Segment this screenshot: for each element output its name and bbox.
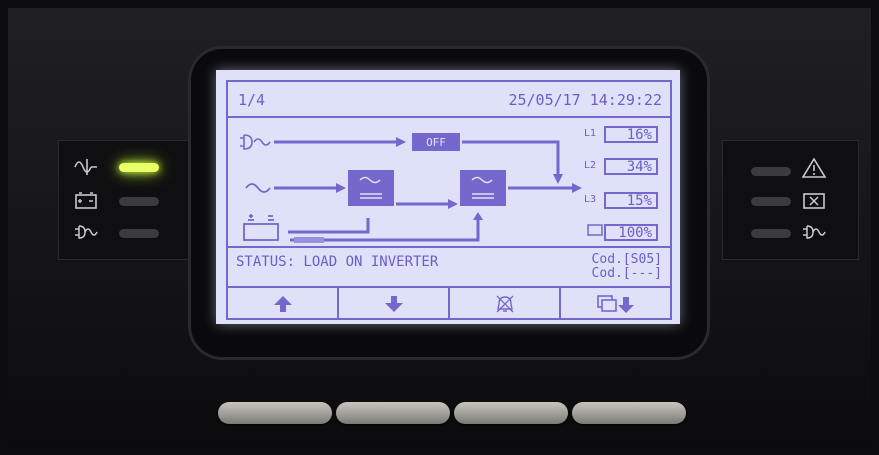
- power-flow-diagram: OFF L1 16% L2 34% L3 15% 100%: [228, 118, 670, 246]
- hardware-key-1[interactable]: [218, 402, 332, 424]
- battery-charge: 100%: [584, 224, 664, 242]
- bypass-arrow: [396, 137, 406, 147]
- bypass-down-arrow: [553, 174, 563, 184]
- bypass-fault-icon: [801, 221, 827, 243]
- hardware-key-2[interactable]: [336, 402, 450, 424]
- load-l2-value: 34%: [604, 158, 658, 175]
- date-time: 25/05/17 14:29:22: [508, 91, 662, 109]
- right-status-panel: [722, 140, 859, 260]
- battery-symbol-icon: [243, 214, 279, 241]
- status-text: STATUS: LOAD ON INVERTER: [236, 254, 439, 270]
- pages-down-icon: [596, 295, 634, 313]
- status-bar: STATUS: LOAD ON INVERTER Cod.[S05] Cod.[…: [228, 246, 670, 286]
- load-l3-value: 15%: [604, 192, 658, 209]
- battery-up-arrow: [473, 212, 483, 220]
- battery-level-bar: [294, 237, 324, 243]
- softkey-mute[interactable]: [450, 288, 561, 320]
- alarm-led: [751, 167, 791, 176]
- softkey-up[interactable]: [228, 288, 339, 320]
- rectifier-block: [348, 170, 394, 206]
- bypass-state-text: OFF: [426, 136, 446, 149]
- load-l2: L2 34%: [584, 158, 664, 176]
- output-arrow: [572, 183, 582, 193]
- softkey-down[interactable]: [339, 288, 450, 320]
- status-code-2: Cod.[---]: [591, 266, 662, 281]
- battery-charge-value: 100%: [604, 224, 658, 241]
- bypass-symbol-icon: [240, 134, 271, 150]
- lcd-screen: 1/4 25/05/17 14:29:22 OFF L1 16% L2 34% …: [216, 70, 680, 324]
- hardware-key-4[interactable]: [572, 402, 686, 424]
- hardware-key-3[interactable]: [454, 402, 568, 424]
- battery-charge-line: [288, 218, 370, 234]
- alarm-mute-icon: [496, 295, 513, 313]
- lcd-header: 1/4 25/05/17 14:29:22: [228, 82, 670, 118]
- battery-discharge-line: [290, 218, 480, 242]
- mains-arrow: [336, 183, 346, 193]
- left-status-panel: [58, 140, 200, 260]
- softkey-pages[interactable]: [561, 288, 670, 320]
- softkey-bar: [228, 286, 670, 320]
- plug-bypass-icon: [73, 221, 99, 243]
- battery-icon: [73, 189, 99, 211]
- battery-led: [119, 197, 159, 206]
- mains-sine-icon: [245, 183, 271, 193]
- inverter-block: [460, 170, 506, 206]
- dc-link-arrow: [448, 199, 458, 209]
- page-indicator: 1/4: [238, 91, 266, 109]
- status-code-1: Cod.[S05]: [591, 252, 662, 267]
- hardware-keys: [218, 402, 686, 426]
- mains-led: [119, 163, 159, 172]
- battery-fault-icon: [801, 189, 827, 211]
- ac-sine-icon: [73, 155, 99, 177]
- bypass-fault-led: [751, 229, 791, 238]
- load-l1-value: 16%: [604, 126, 658, 143]
- warning-triangle-icon: [801, 157, 827, 179]
- lcd-frame: 1/4 25/05/17 14:29:22 OFF L1 16% L2 34% …: [226, 80, 672, 320]
- load-l1: L1 16%: [584, 126, 664, 144]
- up-arrow-icon: [273, 296, 292, 312]
- load-l3: L3 15%: [584, 192, 664, 210]
- bypass-led: [119, 229, 159, 238]
- down-arrow-icon: [384, 296, 403, 312]
- battery-fault-led: [751, 197, 791, 206]
